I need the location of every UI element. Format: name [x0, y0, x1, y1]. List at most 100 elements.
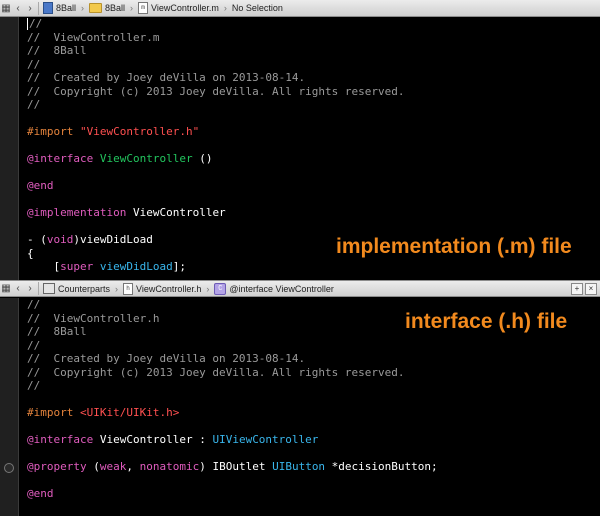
interface-symbol-icon: C	[214, 282, 227, 295]
project-icon	[43, 2, 53, 14]
code-token: *decisionButton;	[325, 460, 438, 473]
crumb-interface-symbol[interactable]: C @interface ViewController	[212, 282, 336, 295]
code-line[interactable]: // Copyright (c) 2013 Joey deVilla. All …	[27, 366, 600, 380]
code-token: #import	[27, 125, 80, 138]
code-token: weak	[99, 460, 127, 473]
crumb-group[interactable]: 8Ball	[87, 3, 127, 13]
related-items-icon[interactable]: ▦	[0, 282, 12, 296]
crumb-group-label: 8Ball	[105, 3, 126, 13]
implementation-file-icon: m	[138, 2, 149, 14]
code-token: ViewController	[99, 433, 193, 446]
code-token: // Copyright (c) 2013 Joey deVilla. All …	[27, 365, 405, 379]
code-token: ViewController	[132, 206, 226, 219]
jump-bar-divider	[38, 282, 39, 295]
crumb-header-file-label: ViewController.h	[136, 283, 202, 294]
code-line[interactable]: // Created by Joey deVilla on 2013-08-14…	[27, 352, 600, 366]
crumb-counterparts[interactable]: Counterparts	[41, 283, 112, 294]
code-line[interactable]: //	[27, 58, 600, 72]
crumb-project[interactable]: 8Ball	[41, 2, 78, 14]
code-line[interactable]: #import "ViewController.h"	[27, 125, 600, 139]
close-editor-icon[interactable]: ×	[585, 282, 597, 295]
back-arrow-icon[interactable]: ‹	[12, 1, 24, 15]
code-line[interactable]: @property (weak, nonatomic) IBOutlet UIB…	[27, 460, 600, 474]
code-token: viewDidLoad	[99, 260, 173, 273]
code-token: @property	[27, 460, 94, 473]
chevron-right-icon: ›	[206, 283, 210, 294]
code-line[interactable]	[27, 420, 600, 434]
code-line[interactable]: //	[27, 17, 600, 31]
crumb-project-label: 8Ball	[56, 3, 77, 13]
chevron-right-icon: ›	[81, 3, 85, 13]
code-line[interactable]: // Created by Joey deVilla on 2013-08-14…	[27, 71, 600, 85]
forward-arrow-icon[interactable]: ›	[24, 1, 36, 15]
chevron-right-icon: ›	[130, 3, 134, 13]
code-token: // Copyright (c) 2013 Joey deVilla. All …	[27, 84, 405, 98]
code-token: nonatomic	[139, 460, 200, 473]
code-token: UIViewController	[212, 433, 319, 446]
add-editor-icon[interactable]: +	[571, 282, 583, 295]
code-line[interactable]: // Copyright (c) 2013 Joey deVilla. All …	[27, 85, 600, 99]
code-line[interactable]	[27, 447, 600, 461]
code-line[interactable]	[27, 112, 600, 126]
code-token: //	[27, 98, 41, 111]
code-token: // Created by Joey deVilla on 2013-08-14…	[27, 352, 306, 365]
code-line[interactable]: #import <UIKit/UIKit.h>	[27, 406, 600, 420]
code-line[interactable]	[27, 393, 600, 407]
code-line[interactable]: //	[27, 98, 600, 112]
related-items-icon[interactable]: ▦	[0, 1, 12, 15]
crumb-file[interactable]: m ViewController.m	[136, 2, 221, 14]
counterparts-icon	[43, 283, 55, 294]
line-gutter[interactable]	[0, 298, 19, 516]
interface-file-label: interface (.h) file	[405, 310, 568, 333]
code-token: - (	[27, 233, 47, 246]
code-token: @implementation	[27, 206, 133, 219]
code-token: @interface	[27, 433, 100, 446]
outlet-connection-icon[interactable]	[4, 463, 14, 473]
code-line[interactable]: @end	[27, 179, 600, 193]
code-line[interactable]: @interface ViewController ()	[27, 152, 600, 166]
code-line[interactable]: @implementation ViewController	[27, 206, 600, 220]
code-token: //	[27, 379, 41, 392]
code-line[interactable]	[27, 166, 600, 180]
crumb-header-file[interactable]: h ViewController.h	[121, 282, 203, 295]
code-token: //	[29, 17, 43, 30]
crumb-counterparts-label: Counterparts	[58, 283, 111, 294]
code-token: //	[27, 338, 41, 352]
code-token: "ViewController.h"	[79, 125, 200, 138]
code-token: @end	[27, 179, 54, 192]
code-token: // ViewController.m	[27, 30, 160, 44]
code-token: ViewController	[99, 152, 193, 165]
code-line[interactable]: //	[27, 379, 600, 393]
code-line[interactable]	[27, 474, 600, 488]
code-token: ()	[192, 152, 213, 165]
code-token: <UIKit/UIKit.h>	[79, 406, 180, 419]
crumb-symbol-label: No Selection	[231, 3, 283, 13]
code-token: @end	[27, 487, 54, 500]
back-arrow-icon[interactable]: ‹	[12, 282, 24, 296]
code-token: // ViewController.h	[27, 311, 160, 325]
code-line[interactable]: // ViewController.m	[27, 31, 600, 45]
text-cursor	[27, 18, 28, 30]
code-token: UIButton	[272, 460, 326, 473]
bottom-jump-bar: ▦ ‹ › Counterparts › h ViewController.h …	[0, 280, 600, 297]
code-token: @interface	[27, 152, 100, 165]
forward-arrow-icon[interactable]: ›	[24, 282, 36, 296]
code-line[interactable]: @interface ViewController : UIViewContro…	[27, 433, 600, 447]
code-line[interactable]: //	[27, 339, 600, 353]
code-token: )viewDidLoad	[73, 233, 153, 246]
code-token: ) IBOutlet	[199, 460, 273, 473]
code-token: // 8Ball	[27, 44, 87, 57]
crumb-interface-symbol-label: @interface ViewController	[229, 283, 334, 294]
code-line[interactable]	[27, 220, 600, 234]
code-token: //	[27, 57, 41, 71]
line-gutter[interactable]	[0, 17, 19, 280]
code-line[interactable]	[27, 139, 600, 153]
code-line[interactable]: // 8Ball	[27, 44, 600, 58]
code-line[interactable]: @end	[27, 487, 600, 501]
crumb-symbol[interactable]: No Selection	[230, 3, 285, 13]
code-line[interactable]: [super viewDidLoad];	[27, 260, 600, 274]
top-jump-bar: ▦ ‹ › 8Ball › 8Ball › m ViewController.m…	[0, 0, 600, 17]
jump-bar-divider	[38, 1, 39, 15]
code-line[interactable]	[27, 193, 600, 207]
